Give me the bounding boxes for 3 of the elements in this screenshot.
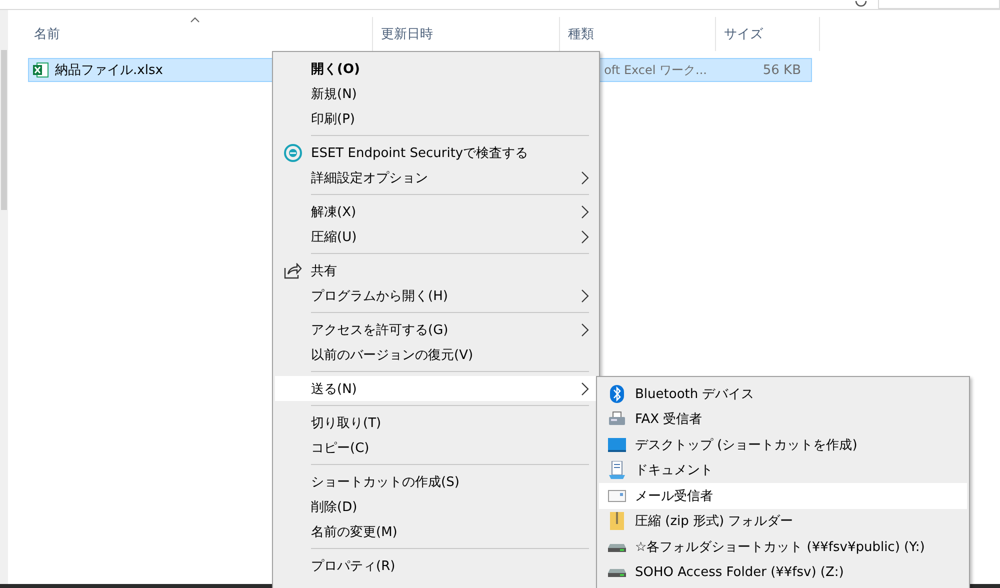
file-size: 56 KB bbox=[762, 62, 802, 78]
file-name: 納品ファイル.xlsx bbox=[55, 62, 163, 79]
file-type: oft Excel ワーク... bbox=[604, 62, 707, 78]
